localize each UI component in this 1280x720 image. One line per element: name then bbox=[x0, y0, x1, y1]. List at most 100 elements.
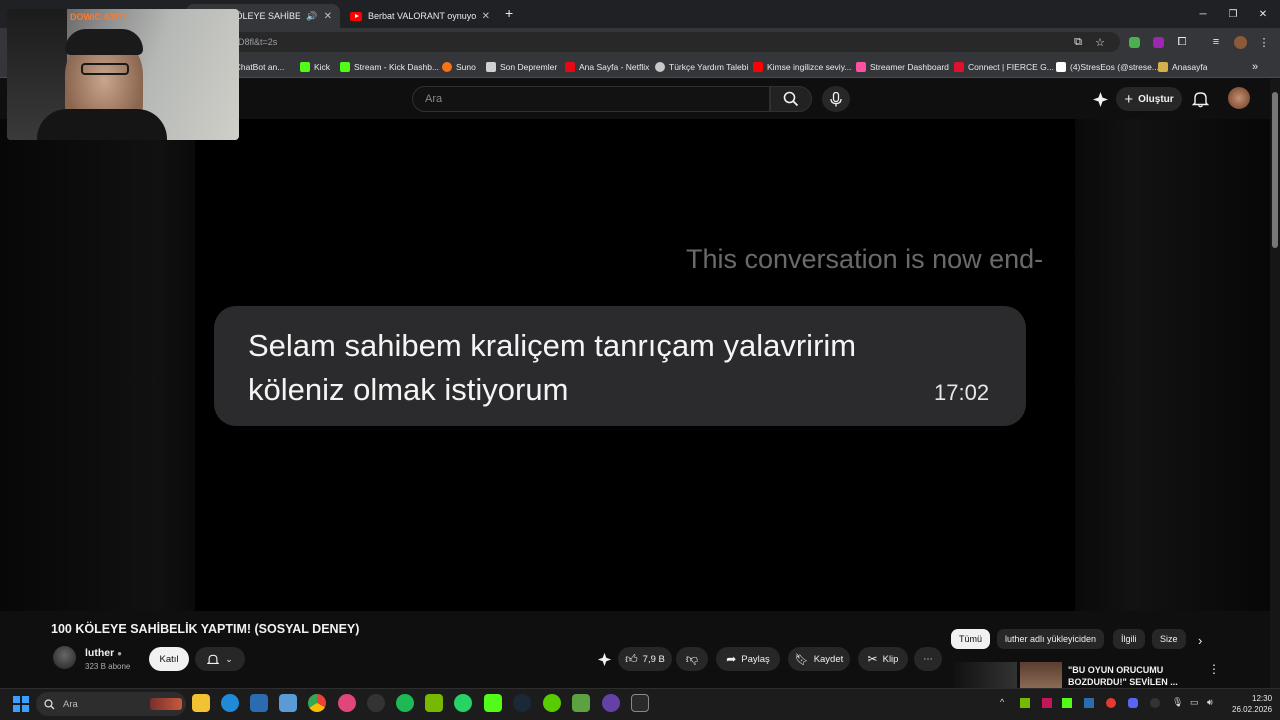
app-icon[interactable] bbox=[279, 694, 297, 712]
rec-menu-icon[interactable]: ⋮ bbox=[1208, 662, 1220, 676]
bookmark-item[interactable]: Türkçe Yardım Talebi bbox=[655, 60, 748, 74]
scrollbar-thumb[interactable] bbox=[1272, 92, 1278, 248]
rec-thumbnail-left[interactable] bbox=[953, 662, 1017, 688]
scissors-icon: ✂ bbox=[867, 652, 878, 666]
chevron-right-icon[interactable]: › bbox=[1198, 633, 1202, 648]
close-window-icon[interactable]: ✕ bbox=[1246, 0, 1280, 28]
volume-icon[interactable]: 🔊︎ bbox=[1207, 697, 1213, 708]
search-highlight-icon bbox=[150, 698, 182, 710]
bookmark-item[interactable]: Ana Sayfa - Netflix bbox=[565, 60, 649, 74]
bell-icon bbox=[207, 654, 220, 664]
tray-record-icon[interactable] bbox=[1106, 698, 1116, 708]
bookmark-item[interactable]: Kimse ingilizce seviy... bbox=[753, 60, 851, 74]
tray-app2-icon[interactable] bbox=[1084, 698, 1094, 708]
edge-icon[interactable] bbox=[221, 694, 239, 712]
bookmark-item[interactable]: (4)StresEos (@strese... bbox=[1056, 60, 1159, 74]
bookmark-item[interactable]: Kick bbox=[300, 60, 330, 74]
join-button[interactable]: Katıl bbox=[149, 647, 189, 671]
video-left-panel bbox=[0, 119, 195, 611]
microphone-icon bbox=[830, 91, 842, 106]
tray-app-icon[interactable] bbox=[1042, 698, 1052, 708]
duolingo-icon[interactable] bbox=[543, 694, 561, 712]
epic-games-icon[interactable] bbox=[631, 694, 649, 712]
file-explorer-icon[interactable] bbox=[192, 694, 210, 712]
chip-for-you[interactable]: Size bbox=[1152, 629, 1186, 649]
kick-icon[interactable] bbox=[484, 694, 502, 712]
extension-purple-icon[interactable] bbox=[1150, 34, 1166, 50]
dislike-button[interactable]: 👎︎ bbox=[676, 647, 708, 671]
new-tab-button[interactable]: + bbox=[505, 5, 513, 21]
taskbar-search[interactable]: Ara bbox=[36, 692, 186, 716]
minecraft-icon[interactable] bbox=[572, 694, 590, 712]
bookmark-item[interactable]: Anasayfa bbox=[1158, 60, 1207, 74]
video-title: 100 KÖLEYE SAHİBELİK YAPTIM! (SOSYAL DEN… bbox=[51, 622, 360, 636]
restore-icon[interactable]: ❐ bbox=[1216, 0, 1250, 28]
minimize-icon[interactable]: ─ bbox=[1186, 0, 1220, 28]
chrome-icon[interactable] bbox=[308, 694, 326, 712]
bookmark-item[interactable]: Stream - Kick Dashb... bbox=[340, 60, 439, 74]
kick-icon bbox=[340, 62, 350, 72]
rec-thumbnail[interactable] bbox=[1020, 662, 1062, 688]
url-field[interactable]: D8fl&t=2s bbox=[210, 32, 1120, 52]
account-avatar[interactable] bbox=[1228, 87, 1250, 109]
obs-icon[interactable] bbox=[367, 694, 385, 712]
windows-start-icon[interactable] bbox=[13, 696, 29, 712]
chevron-down-icon: ⌄ bbox=[225, 653, 233, 664]
tray-chevron-icon[interactable]: ^ bbox=[1000, 697, 1004, 707]
bookmark-item[interactable]: Suno bbox=[442, 60, 476, 74]
tray-mic-icon[interactable]: 🎙︎ bbox=[1172, 697, 1183, 708]
taskbar-clock[interactable]: 12:30 26.02.2026 bbox=[1232, 693, 1272, 715]
voice-search-button[interactable] bbox=[822, 86, 850, 112]
bookmark-star-icon[interactable]: ☆ bbox=[1092, 34, 1108, 50]
extension-shield-icon[interactable] bbox=[1126, 34, 1142, 50]
chip-from-uploader[interactable]: luther adlı yükleyiciden bbox=[997, 629, 1105, 649]
ai-sparkle-icon[interactable] bbox=[1092, 91, 1109, 108]
network-icon[interactable]: ▭ bbox=[1190, 697, 1199, 708]
steam-icon[interactable] bbox=[513, 694, 531, 712]
donation-banner: DOWIC 401TL bbox=[70, 12, 130, 22]
extensions-puzzle-icon[interactable]: ⧠ bbox=[1174, 34, 1190, 50]
rec-video-title[interactable]: "BU OYUN ORUCUMU BOZDURDU!" SEVİLEN ... bbox=[1068, 664, 1198, 688]
bookmark-item[interactable]: Son Depremler bbox=[486, 60, 557, 74]
close-tab-icon[interactable]: ✕ bbox=[324, 11, 332, 22]
search-button[interactable] bbox=[770, 86, 812, 112]
fierce-icon bbox=[954, 62, 964, 72]
store-icon[interactable] bbox=[250, 694, 268, 712]
profile-avatar-icon[interactable] bbox=[1232, 34, 1248, 50]
whatsapp-icon[interactable] bbox=[454, 694, 472, 712]
more-actions-icon[interactable]: ⋯ bbox=[914, 647, 942, 671]
bookmarks-more-icon[interactable]: » bbox=[1252, 60, 1258, 74]
install-app-icon[interactable]: ⧉ bbox=[1070, 34, 1086, 50]
tray-nvidia-icon[interactable] bbox=[1020, 698, 1030, 708]
streamer-icon bbox=[856, 62, 866, 72]
app-purple-icon[interactable] bbox=[602, 694, 620, 712]
tray-kick-icon[interactable] bbox=[1062, 698, 1072, 708]
tray-steam-icon[interactable] bbox=[1150, 698, 1160, 708]
app-circle-icon[interactable] bbox=[338, 694, 356, 712]
like-button[interactable]: 👍︎ 7,9 B bbox=[618, 647, 672, 671]
notifications-bell-icon[interactable] bbox=[1191, 90, 1210, 108]
channel-name[interactable]: luther ● bbox=[85, 647, 122, 659]
close-tab-icon[interactable]: ✕ bbox=[482, 11, 490, 22]
speaker-icon[interactable]: 🔊 bbox=[306, 11, 317, 22]
search-input[interactable]: Ara bbox=[412, 86, 770, 112]
share-button[interactable]: ➦ Paylaş bbox=[716, 647, 780, 671]
spotify-icon[interactable] bbox=[396, 694, 414, 712]
chip-related[interactable]: İlgili bbox=[1113, 629, 1145, 649]
browser-menu-icon[interactable]: ⋮ bbox=[1256, 34, 1272, 50]
tray-discord-icon[interactable] bbox=[1128, 698, 1138, 708]
ask-sparkle-icon[interactable] bbox=[597, 652, 612, 667]
create-button[interactable]: + Oluştur bbox=[1116, 87, 1182, 111]
subscription-bell-button[interactable]: ⌄ bbox=[195, 647, 245, 671]
nvidia-icon[interactable] bbox=[425, 694, 443, 712]
channel-avatar[interactable] bbox=[53, 646, 76, 669]
save-button[interactable]: 🔖︎ Kaydet bbox=[788, 647, 850, 671]
tab-valorant[interactable]: Berbat VALORANT oynuyorsun. ✕ bbox=[342, 4, 498, 28]
chip-all[interactable]: Tümü bbox=[951, 629, 991, 649]
media-control-icon[interactable]: ≡ bbox=[1208, 34, 1224, 50]
youtube-icon bbox=[753, 62, 763, 72]
clip-button[interactable]: ✂ Klip bbox=[858, 647, 908, 671]
help-icon bbox=[655, 62, 665, 72]
bookmark-item[interactable]: Connect | FIERCE G... bbox=[954, 60, 1054, 74]
bookmark-item[interactable]: Streamer Dashboard bbox=[856, 60, 949, 74]
